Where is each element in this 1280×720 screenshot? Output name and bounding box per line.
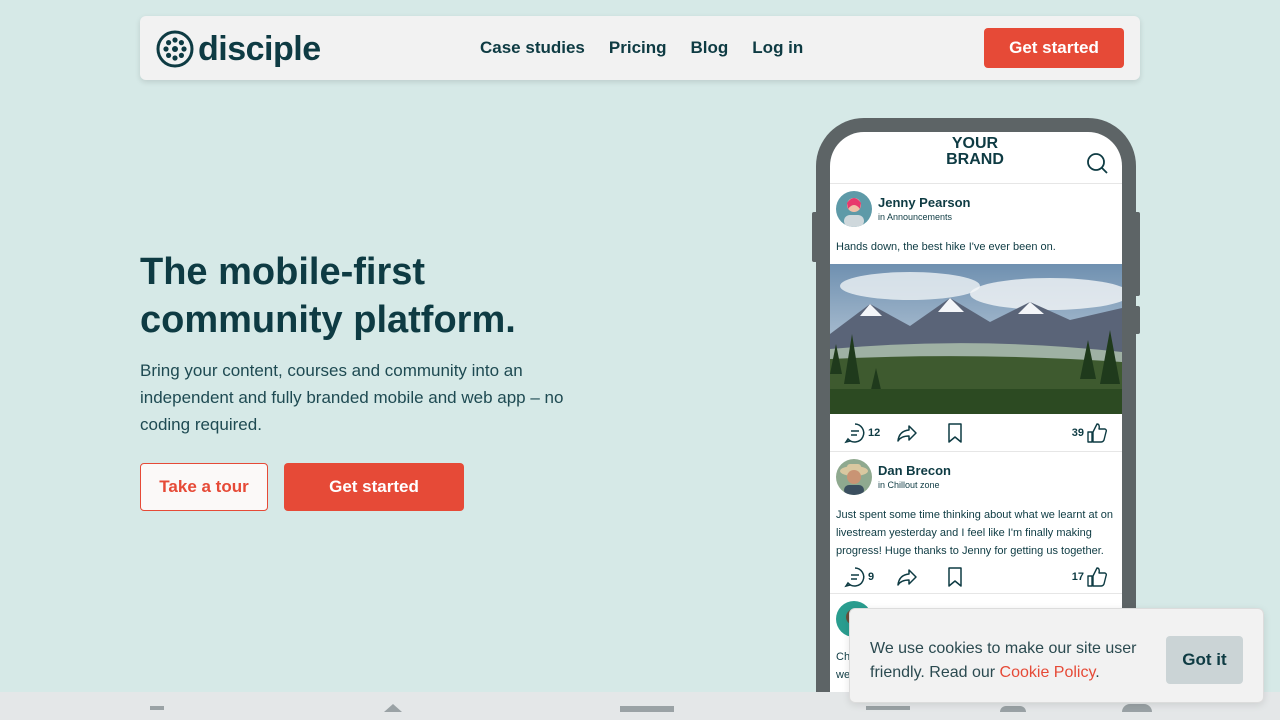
share-action[interactable] bbox=[896, 566, 918, 588]
thumbs-up-icon bbox=[1087, 423, 1108, 443]
post-meta: Dan Brecon in Chillout zone bbox=[878, 463, 951, 491]
share-action[interactable] bbox=[896, 422, 918, 444]
your-brand-logo: YOUR BRAND bbox=[942, 136, 1008, 168]
site-header: disciple Case studies Pricing Blog Log i… bbox=[140, 16, 1140, 80]
like-action[interactable]: 17 bbox=[1072, 566, 1108, 588]
cookie-text-period: . bbox=[1095, 664, 1100, 681]
post-text-partial-1: Ch bbox=[836, 651, 851, 663]
share-icon bbox=[897, 425, 917, 442]
cookie-policy-link[interactable]: Cookie Policy bbox=[1000, 664, 1096, 681]
search-icon[interactable] bbox=[1086, 152, 1108, 174]
cookie-accept-button[interactable]: Got it bbox=[1166, 636, 1243, 684]
post-meta: Jenny Pearson in Announcements bbox=[878, 195, 971, 223]
nav-blog[interactable]: Blog bbox=[691, 38, 729, 58]
feed-post[interactable]: Dan Brecon in Chillout zone Just spent s… bbox=[830, 452, 1122, 594]
post-author[interactable]: Jenny Pearson bbox=[878, 195, 971, 211]
client-logo bbox=[150, 706, 164, 710]
brand-line-1: YOUR bbox=[951, 135, 999, 152]
comment-icon bbox=[844, 567, 865, 588]
post-text: Just spent some time thinking about what… bbox=[836, 509, 1113, 557]
app-top-bar: YOUR BRAND bbox=[830, 132, 1122, 184]
logo-text: disciple bbox=[198, 30, 321, 68]
client-logo bbox=[1122, 704, 1152, 712]
share-icon bbox=[897, 569, 917, 586]
post-channel[interactable]: in Chillout zone bbox=[878, 479, 951, 491]
nav-pricing[interactable]: Pricing bbox=[609, 38, 667, 58]
comment-action[interactable]: 9 bbox=[844, 566, 874, 588]
hero-title-line-2: community platform. bbox=[140, 299, 516, 341]
comment-action[interactable]: 12 bbox=[844, 422, 880, 444]
hero-title-line-1: The mobile-first bbox=[140, 251, 426, 293]
thumbs-up-icon bbox=[1087, 567, 1108, 587]
post-header: Dan Brecon in Chillout zone bbox=[836, 458, 1116, 496]
disciple-logo[interactable]: disciple bbox=[156, 30, 321, 68]
post-actions: 12 39 bbox=[830, 414, 1122, 452]
client-logo bbox=[866, 706, 910, 710]
bookmark-icon bbox=[948, 567, 962, 587]
hero-subtitle: Bring your content, courses and communit… bbox=[140, 361, 564, 434]
disciple-logo-icon bbox=[156, 30, 194, 68]
nav-case-studies[interactable]: Case studies bbox=[480, 38, 585, 58]
avatar[interactable] bbox=[836, 191, 872, 227]
comment-count: 12 bbox=[868, 427, 881, 439]
post-text-partial-2: we bbox=[836, 669, 851, 681]
hero-title: The mobile-first community platform. bbox=[140, 248, 660, 344]
header-get-started-button[interactable]: Get started bbox=[984, 28, 1124, 68]
main-nav: Case studies Pricing Blog Log in bbox=[480, 38, 827, 58]
post-header: Jenny Pearson in Announcements bbox=[836, 190, 1116, 228]
phone-side-button-right-top bbox=[1134, 212, 1140, 296]
take-a-tour-button[interactable]: Take a tour bbox=[140, 463, 268, 511]
like-action[interactable]: 39 bbox=[1072, 422, 1108, 444]
post-author[interactable]: Dan Brecon bbox=[878, 463, 951, 479]
comment-count: 9 bbox=[868, 571, 875, 583]
post-text: Hands down, the best hike I've ever been… bbox=[836, 241, 1056, 253]
bookmark-action[interactable] bbox=[944, 422, 966, 444]
comment-icon bbox=[844, 423, 865, 444]
phone-side-button-right-bottom bbox=[1134, 306, 1140, 334]
nav-log-in[interactable]: Log in bbox=[752, 38, 803, 58]
client-logo bbox=[384, 704, 402, 712]
feed-post[interactable]: Jenny Pearson in Announcements Hands dow… bbox=[830, 184, 1122, 452]
brand-line-2: BRAND bbox=[946, 151, 1004, 168]
like-count: 17 bbox=[1071, 571, 1084, 583]
phone-side-button-left bbox=[812, 212, 818, 262]
hero-get-started-button[interactable]: Get started bbox=[284, 463, 464, 511]
post-channel[interactable]: in Announcements bbox=[878, 211, 971, 223]
avatar[interactable] bbox=[836, 459, 872, 495]
client-logo bbox=[620, 706, 674, 712]
like-count: 39 bbox=[1071, 427, 1084, 439]
bookmark-icon bbox=[948, 423, 962, 443]
cookie-banner: We use cookies to make our site user fri… bbox=[849, 608, 1264, 703]
post-actions: 9 17 bbox=[830, 560, 1122, 594]
bookmark-action[interactable] bbox=[944, 566, 966, 588]
cookie-message: We use cookies to make our site user fri… bbox=[870, 637, 1150, 685]
post-image-mountains[interactable] bbox=[830, 264, 1122, 414]
client-logo bbox=[1000, 706, 1026, 712]
